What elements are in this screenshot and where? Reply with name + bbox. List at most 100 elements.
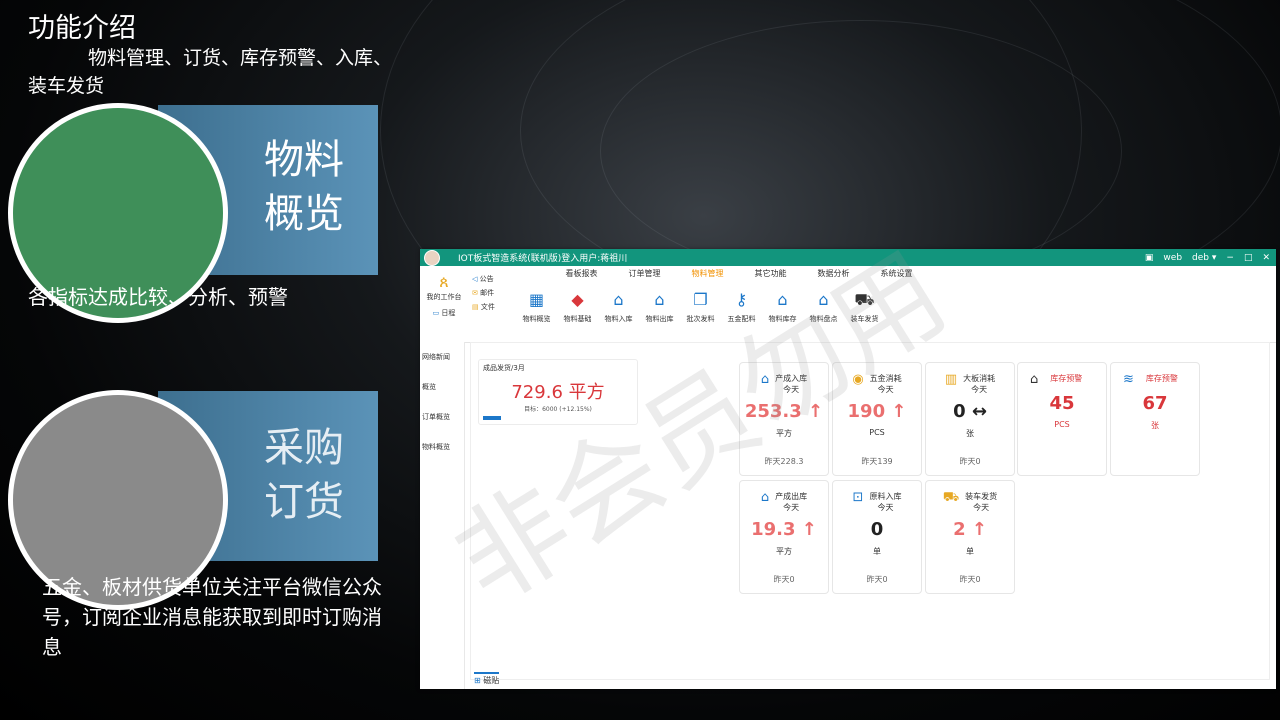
lock-icon[interactable]: ▣ <box>1145 253 1154 263</box>
card-yesterday: 昨天0 <box>959 457 981 466</box>
warehouse-in-icon: ⌂ <box>613 290 624 309</box>
coin-icon: ◉ <box>852 372 864 387</box>
quick-tiles: ◁ 公告 ✉ 邮件 ▤ 文件 <box>472 272 495 314</box>
card-truck-shipment[interactable]: ⛟ 装车发货 今天 2 ↑ 单 昨天0 <box>925 480 1015 594</box>
file-icon: ▤ <box>472 303 479 311</box>
maximize-button[interactable]: □ <box>1244 253 1253 263</box>
intro-text: 物料管理、订货、库存预警、入库、装车发货 <box>28 47 393 97</box>
hardware-icon: ⚷ <box>735 290 748 309</box>
card-unit: 张 <box>1151 421 1159 430</box>
schedule-button[interactable]: ▭ 日程 <box>424 308 464 318</box>
avatar[interactable] <box>424 249 440 266</box>
title-bar: IOT板式智造系统(联机版)登入用户:蒋祖川 ▣ web deb ▾ − □ ✕ <box>420 249 1276 266</box>
tab-analysis[interactable]: 数据分析 <box>802 268 865 279</box>
minimize-button[interactable]: − <box>1226 253 1234 263</box>
app-title: IOT板式智造系统(联机版)登入用户:蒋祖川 <box>458 254 628 264</box>
board-icon: ▥ <box>944 372 958 387</box>
tool-stock[interactable]: ⌂ 物料库存 <box>762 286 803 324</box>
tool-material-overview[interactable]: ▦ 物料概览 <box>516 286 557 324</box>
slide: 功能介绍 物料管理、订货、库存预警、入库、装车发货 物料 概览 各指标达成比较、… <box>0 0 1280 720</box>
background-swirl <box>600 20 1122 282</box>
user-icon: ጰ <box>439 272 449 291</box>
card-value: 0 ↔ <box>953 401 987 422</box>
speaker-icon: ◁ <box>472 275 478 283</box>
card-unit: 张 <box>966 429 974 438</box>
close-button[interactable]: ✕ <box>1262 253 1270 263</box>
card-unit: PCS <box>1054 420 1070 429</box>
web-link[interactable]: web <box>1163 253 1182 263</box>
tiles-icon: ⊞ <box>474 676 481 685</box>
card-value: 0 <box>870 519 884 540</box>
box-icon: ◆ <box>571 290 584 309</box>
card-yesterday: 昨天228.3 <box>764 457 804 466</box>
tool-material-out[interactable]: ⌂ 物料出库 <box>639 286 680 324</box>
menu-tabs: 看板报表 订单管理 物料管理 其它功能 数据分析 系统设置 <box>550 268 928 279</box>
mail-icon: ✉ <box>472 289 478 297</box>
summary-value: 729.6 平方 <box>511 382 605 403</box>
tool-material-in[interactable]: ⌂ 物料入库 <box>598 286 639 324</box>
batch-icon: ❐ <box>693 290 708 309</box>
card-yesterday: 昨天0 <box>773 575 795 584</box>
sidebar-item-material-overview[interactable]: 物料概览 <box>420 432 464 462</box>
store-icon: ⌂ <box>1030 372 1039 387</box>
card-stock-alert-pcs[interactable]: ⌂ 库存预警 45 PCS <box>1017 362 1107 476</box>
tool-hardware[interactable]: ⚷ 五金配料 <box>721 286 762 324</box>
tab-settings[interactable]: 系统设置 <box>865 268 928 279</box>
tab-orders[interactable]: 订单管理 <box>613 268 676 279</box>
card-unit: 单 <box>873 547 881 556</box>
layers-icon: ≋ <box>1123 372 1134 387</box>
material-in-icon: ⊡ <box>852 490 864 505</box>
card-value: 253.3 ↑ <box>744 401 824 422</box>
card-board-consumption[interactable]: ▥ 大板消耗 今天 0 ↔ 张 昨天0 <box>925 362 1015 476</box>
tool-inventory[interactable]: ⌂ 物料盘点 <box>803 286 844 324</box>
section1-desc: 各指标达成比较、分析、预警 <box>28 285 288 309</box>
section2-desc: 五金、板材供货单位关注平台微信公众号，订阅企业消息能获取到即时订购消息 <box>42 575 382 659</box>
card-unit: 平方 <box>776 547 792 556</box>
card-value: 19.3 ↑ <box>751 519 817 540</box>
tab-tiles[interactable]: ⊞ 磁贴 <box>474 672 500 686</box>
sidebar-item-overview[interactable]: 概览 <box>420 372 464 402</box>
inventory-icon: ⌂ <box>818 290 829 309</box>
mail-button[interactable]: ✉ 邮件 <box>472 286 495 300</box>
card-material-in[interactable]: ⊡ 原料入库 今天 0 单 昨天0 <box>832 480 922 594</box>
house-icon: ⌂ <box>760 372 770 387</box>
card-yesterday: 昨天0 <box>959 575 981 584</box>
card-value: 2 ↑ <box>953 519 987 540</box>
progress-bar <box>483 416 501 420</box>
tab-dashboard[interactable]: 看板报表 <box>550 268 613 279</box>
my-task-button[interactable]: ጰ 我的工作台 ▭ 日程 <box>424 272 464 318</box>
tool-batch[interactable]: ❐ 批次发料 <box>680 286 721 324</box>
card-product-out[interactable]: ⌂ 产成出库 今天 19.3 ↑ 平方 昨天0 <box>739 480 829 594</box>
user-menu[interactable]: deb ▾ <box>1192 253 1216 263</box>
card-value: 67 <box>1142 393 1168 414</box>
stock-icon: ⌂ <box>777 290 788 309</box>
tab-materials[interactable]: 物料管理 <box>676 268 739 279</box>
summary-label: 成品发货/3月 <box>483 364 525 372</box>
truck-icon: ⛟ <box>854 290 875 309</box>
sidebar: 网络新闻 概览 订单概览 物料概览 <box>420 342 465 689</box>
card-unit: PCS <box>869 428 885 437</box>
notice-button[interactable]: ◁ 公告 <box>472 272 495 286</box>
card-unit: 平方 <box>776 429 792 438</box>
ribbon: ጰ 我的工作台 ▭ 日程 ◁ 公告 ✉ 邮件 ▤ 文件 看板报表 订单管理 物料… <box>420 266 1276 343</box>
tool-truck[interactable]: ⛟ 装车发货 <box>844 286 885 324</box>
card-yesterday: 昨天139 <box>861 457 893 466</box>
card-yesterday: 昨天0 <box>866 575 888 584</box>
warehouse-out-icon: ⌂ <box>654 290 665 309</box>
card-unit: 单 <box>966 547 974 556</box>
card-value: 45 <box>1049 393 1075 414</box>
sidebar-item-news[interactable]: 网络新闻 <box>420 342 464 372</box>
tab-other[interactable]: 其它功能 <box>739 268 802 279</box>
sidebar-item-order-overview[interactable]: 订单概览 <box>420 402 464 432</box>
card-hardware-consumption[interactable]: ◉ 五金消耗 今天 190 ↑ PCS 昨天139 <box>832 362 922 476</box>
card-product-in[interactable]: ⌂ 产成入库 今天 253.3 ↑ 平方 昨天228.3 <box>739 362 829 476</box>
shipment-summary[interactable]: 成品发货/3月 729.6 平方 目标：6000 (+12.15%) <box>478 359 638 425</box>
card-stock-alert-sheets[interactable]: ≋ 库存预警 67 张 <box>1110 362 1200 476</box>
intro-title: 功能介绍 <box>28 13 136 44</box>
card-value: 190 ↑ <box>847 401 907 422</box>
toolbar: ▦ 物料概览 ◆ 物料基础 ⌂ 物料入库 ⌂ 物料出库 ❐ 批次发料 ⚷ 五金配料 ⌂ 物料库… <box>516 286 885 324</box>
summary-target: 目标：6000 (+12.15%) <box>524 406 592 413</box>
file-button[interactable]: ▤ 文件 <box>472 300 495 314</box>
app-window: IOT板式智造系统(联机版)登入用户:蒋祖川 ▣ web deb ▾ − □ ✕… <box>420 249 1276 689</box>
tool-material-basic[interactable]: ◆ 物料基础 <box>557 286 598 324</box>
